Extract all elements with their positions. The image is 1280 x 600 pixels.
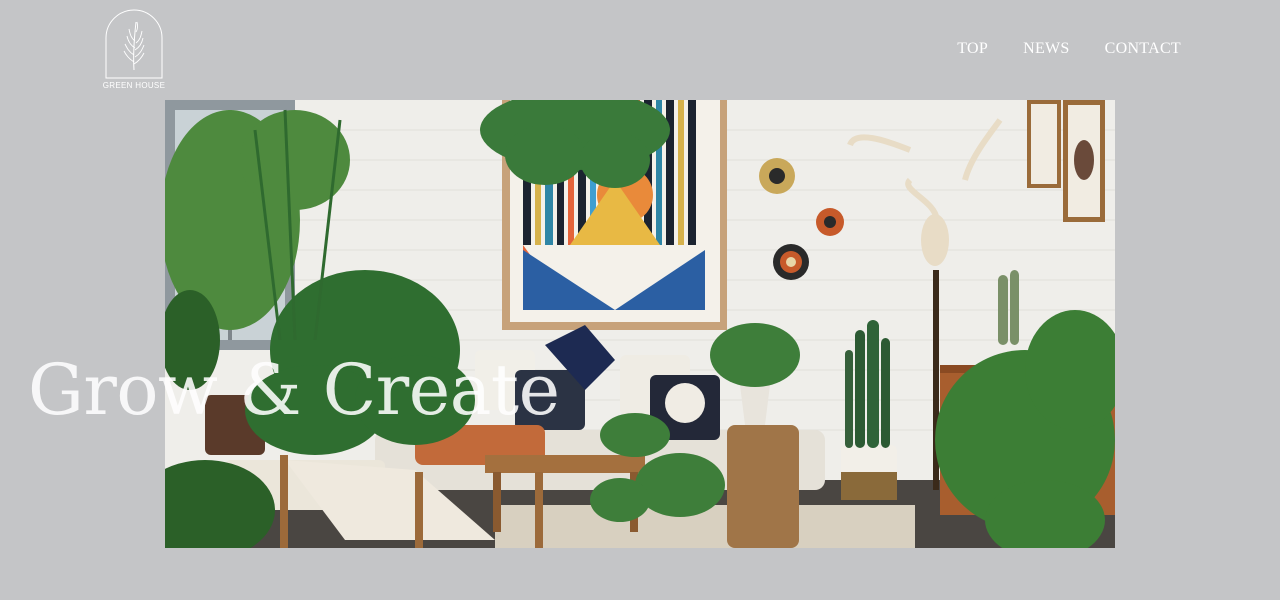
brand-logo[interactable]: GREEN HOUSE (100, 8, 168, 92)
nav-link-news[interactable]: NEWS (1023, 40, 1070, 58)
nav-link-contact[interactable]: CONTACT (1105, 40, 1181, 58)
hero-headline: Grow & Create (28, 349, 560, 431)
leaf-arch-icon (105, 9, 163, 79)
brand-name: GREEN HOUSE (102, 81, 166, 90)
hero-image (165, 100, 1115, 548)
nav-link-top[interactable]: TOP (957, 40, 988, 58)
interior-living-room-with-plants-photo (165, 100, 1115, 548)
main-nav: TOP NEWS CONTACT (922, 40, 1181, 58)
